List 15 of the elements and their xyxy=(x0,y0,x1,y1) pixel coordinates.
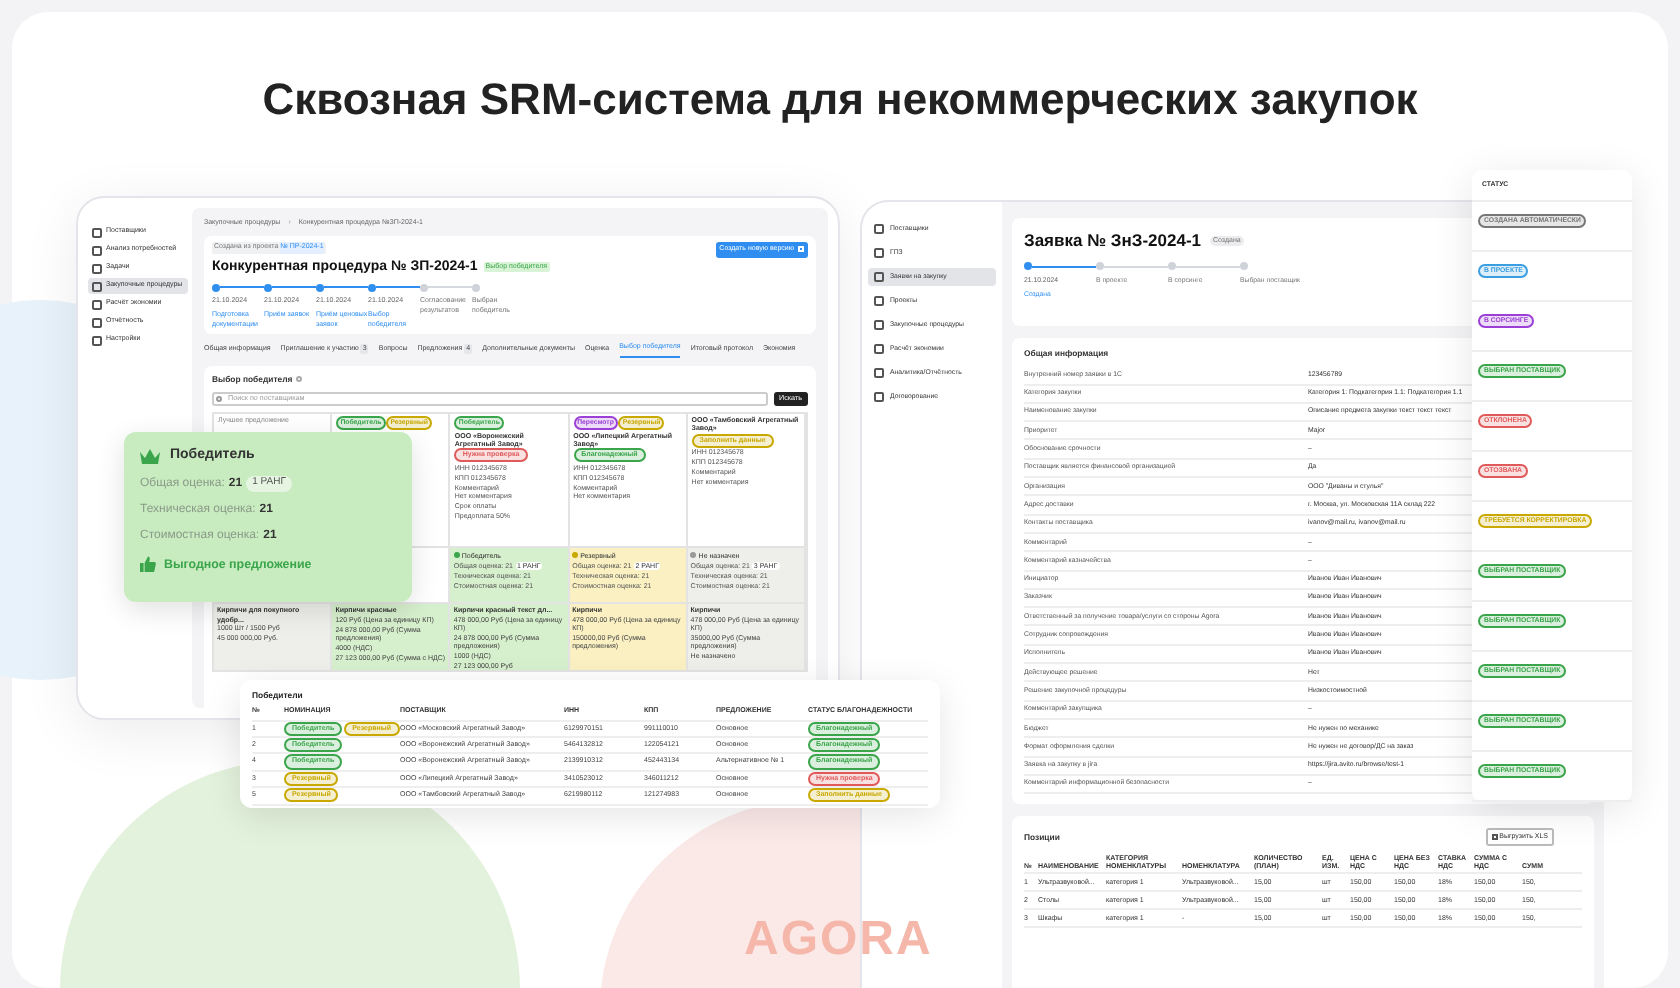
thumbs-up-icon xyxy=(140,556,156,573)
info-icon xyxy=(296,376,303,383)
headline: Сквозная SRM-система для некоммерческих закупок xyxy=(262,72,1418,128)
nav-icon xyxy=(874,392,884,402)
nav-icon xyxy=(874,224,884,234)
nav-icon xyxy=(874,368,884,378)
nav-icon xyxy=(874,272,884,282)
request-title: Заявка № ЗнЗ-2024-1 xyxy=(1024,228,1201,254)
nav-icon xyxy=(874,344,884,354)
search-icon xyxy=(216,395,222,402)
nav-icon xyxy=(874,248,884,258)
crown-icon xyxy=(140,448,160,465)
logo: AGORA xyxy=(744,910,933,970)
nav-icon xyxy=(874,320,884,330)
nav-icon xyxy=(874,296,884,306)
